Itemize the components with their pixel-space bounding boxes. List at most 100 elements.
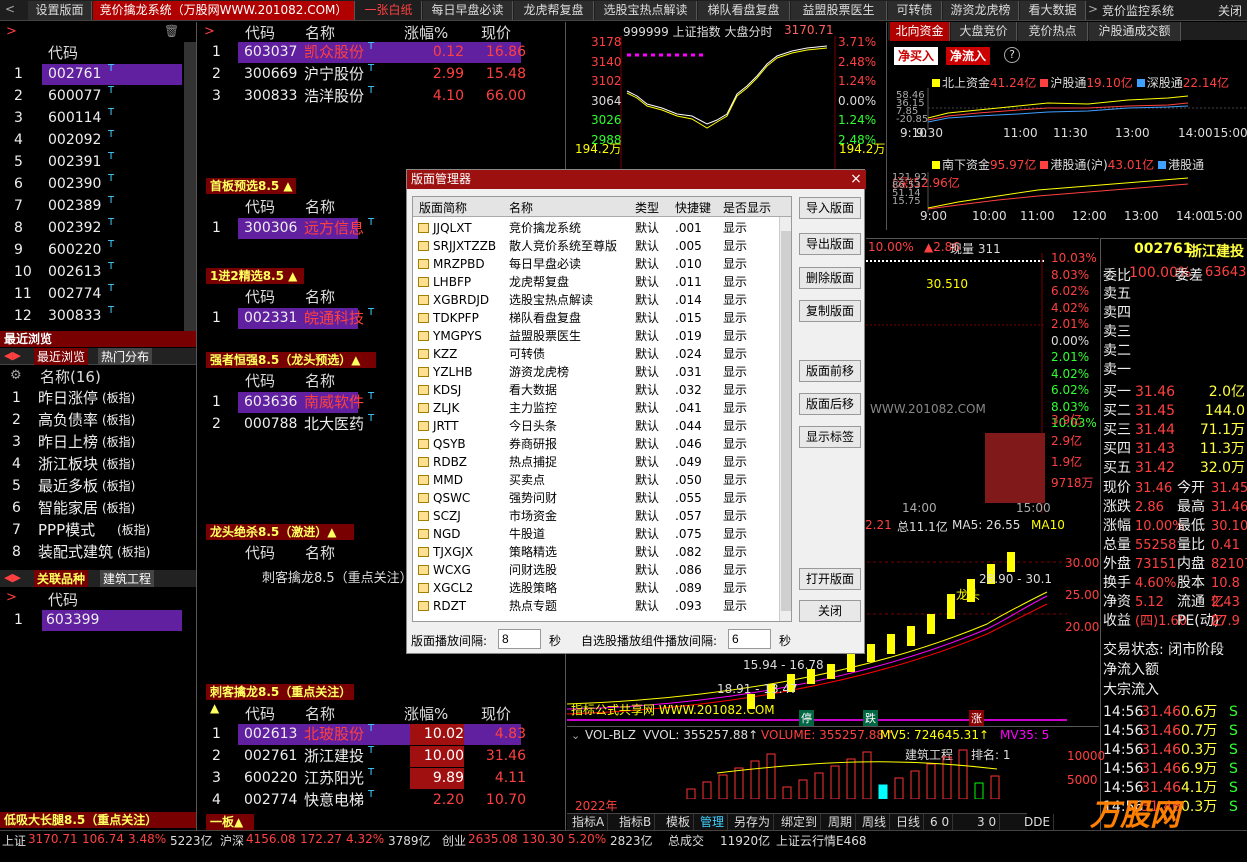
th-short[interactable]: 版面简称 — [419, 199, 467, 216]
table-row[interactable]: SRJJXTZZB 散人竞价系统至尊版 默认 .005 显示 — [413, 237, 778, 255]
stock-row[interactable]: 4 002774 快意电梯 T 2.20 10.70 — [212, 789, 552, 811]
code-row[interactable]: 2 600077 T — [14, 85, 184, 107]
tool-tab[interactable]: 日线 — [893, 814, 925, 830]
stock-name[interactable]: 江苏阳光 — [304, 768, 364, 789]
trash-icon[interactable]: 🗑 — [164, 24, 179, 38]
delete-button[interactable]: 删除版面 — [799, 267, 861, 289]
table-row[interactable]: JRTT 今日头条 默认 .044 显示 — [413, 417, 778, 435]
sector-name[interactable]: 昨日涨停 — [38, 388, 98, 409]
widget-interval-input[interactable] — [728, 629, 771, 649]
table-row[interactable]: YMGPYS 益盟股票医生 默认 .019 显示 — [413, 327, 778, 345]
sector-row[interactable]: 2 高负债率 (板指) — [12, 410, 192, 431]
stock-name[interactable]: 凯众股份 — [304, 42, 364, 63]
tab-blank-paper[interactable]: 一张白纸 — [356, 1, 422, 20]
close-link[interactable]: 关闭 — [1218, 2, 1242, 19]
show-tags-button[interactable]: 显示标签 — [799, 426, 861, 448]
code-row[interactable]: 5 002391 T — [14, 151, 184, 173]
sector-name[interactable]: 智能家居 — [38, 498, 98, 519]
table-row[interactable]: YZLHB 游资龙虎榜 默认 .031 显示 — [413, 363, 778, 381]
tab-auction-hot[interactable]: 竞价热点 — [1018, 22, 1088, 41]
tab-related[interactable]: 关联品种 — [34, 570, 89, 587]
tab-morning-read[interactable]: 每日早盘必读 — [423, 1, 513, 20]
stock-name[interactable]: 沪宁股份 — [304, 64, 364, 85]
tab-kezhuanzhai[interactable]: 可转债 — [888, 1, 942, 20]
sector-row[interactable]: 3 昨日上榜 (板指) — [12, 432, 192, 453]
stock-name[interactable]: 南威软件 — [304, 392, 364, 413]
code-row[interactable]: 8 002392 T — [14, 217, 184, 239]
import-button[interactable]: 导入版面 — [799, 197, 861, 219]
tool-tab[interactable]: 周期 — [825, 814, 857, 830]
net-buy-button[interactable]: 净买入 — [894, 47, 939, 65]
close-icon[interactable]: × — [848, 171, 864, 187]
tab-yimeng[interactable]: 益盟股票医生 — [791, 1, 887, 20]
sector-row[interactable]: 6 智能家居 (板指) — [12, 498, 192, 519]
stock-row[interactable]: 2 300669 沪宁股份 T 2.99 15.48 — [212, 63, 552, 85]
move-up-button[interactable]: 版面前移 — [799, 360, 861, 382]
table-row[interactable]: KZZ 可转债 默认 .024 显示 — [413, 345, 778, 363]
open-layout-button[interactable]: 打开版面 — [799, 568, 861, 590]
stock-name[interactable]: 北玻股份 — [304, 724, 364, 745]
stock-row[interactable]: 1 603037 凯众股份 T 0.12 16.86 — [212, 41, 552, 63]
table-row[interactable]: MRZPBD 每日早盘必读 默认 .010 显示 — [413, 255, 778, 273]
stock-name[interactable]: 浙江建投 — [304, 746, 364, 767]
tab-market-auction[interactable]: 大盘竞价 — [951, 22, 1017, 41]
table-row[interactable]: TJXGJX 策略精选 默认 .082 显示 — [413, 543, 778, 561]
stock-row[interactable]: 3 300833 浩洋股份 T 4.10 66.00 — [212, 85, 552, 107]
stock-name[interactable]: 浩洋股份 — [304, 86, 364, 107]
tool-tab[interactable]: 周线 — [859, 814, 891, 830]
table-row[interactable]: RDBZ 热点捕捉 默认 .049 显示 — [413, 453, 778, 471]
tab-jingjia-qinlong[interactable]: 竞价擒龙系统（万股网WWW.201082.COM） — [93, 1, 355, 20]
code-row[interactable]: 4 002092 T — [14, 129, 184, 151]
stock-name[interactable]: 皖通科技 — [304, 308, 364, 329]
tab-big-data[interactable]: 看大数据 — [1020, 1, 1086, 20]
sector-name[interactable]: PPP模式 — [38, 520, 95, 541]
close-button[interactable]: 关闭 — [799, 600, 861, 622]
stock-row[interactable]: 1 002613 北玻股份 T 10.02 4.83 — [212, 723, 552, 745]
code-row[interactable]: 12 300833 T — [14, 305, 184, 327]
sector-row[interactable]: 5 最近多板 (板指) — [12, 476, 192, 497]
chevron-right-icon[interactable]: > — [1088, 2, 1098, 16]
table-row[interactable]: KDSJ 看大数据 默认 .032 显示 — [413, 381, 778, 399]
sector-name[interactable]: 最近多板 — [38, 476, 98, 497]
collapse-icon[interactable]: ⌄ — [571, 729, 580, 742]
table-row[interactable]: QSYB 券商研报 默认 .046 显示 — [413, 435, 778, 453]
sector-row[interactable]: 4 浙江板块 (板指) — [12, 454, 192, 475]
sector-name[interactable]: 装配式建筑 — [38, 542, 113, 563]
table-row[interactable]: TDKPFP 梯队看盘复盘 默认 .015 显示 — [413, 309, 778, 327]
th-type[interactable]: 类型 — [635, 199, 659, 216]
tool-tab[interactable]: 模板 — [663, 814, 695, 830]
code-row[interactable]: 11 002774 T — [14, 283, 184, 305]
tool-tab[interactable]: 绑定到 — [778, 814, 822, 830]
code-row[interactable]: 6 002390 T — [14, 173, 184, 195]
code-row[interactable]: 10 002613 T — [14, 261, 184, 283]
tab-hgt-volume[interactable]: 沪股通成交额 — [1089, 22, 1181, 41]
tab-tidui[interactable]: 梯队看盘复盘 — [698, 1, 790, 20]
sector-row[interactable]: 7 PPP模式 (板指) — [12, 520, 192, 541]
tool-tab[interactable]: DDE决策 — [1021, 814, 1055, 845]
stock-row[interactable]: 2 002761 浙江建投 T 10.00 31.46 — [212, 745, 552, 767]
tool-tab[interactable]: 3 0 — [974, 814, 1001, 830]
stock-name[interactable]: 快意电梯 — [304, 790, 364, 811]
code-row[interactable]: 1 002761 T — [14, 63, 184, 85]
scroll-thumb[interactable] — [781, 231, 791, 611]
tool-tab[interactable]: 指标A — [569, 814, 609, 830]
sector-name[interactable]: 昨日上榜 — [38, 432, 98, 453]
tool-tab[interactable]: 指标B — [616, 814, 656, 830]
tab-youzi[interactable]: 游资龙虎榜 — [943, 1, 1019, 20]
chevron-right-icon[interactable]: > — [204, 24, 215, 39]
table-row[interactable]: LHBFP 龙虎帮复盘 默认 .011 显示 — [413, 273, 778, 291]
code-row[interactable]: 3 600114 T — [14, 107, 184, 129]
tab-hot[interactable]: 热门分布 — [98, 348, 153, 365]
tab-xuangubao[interactable]: 选股宝热点解读 — [595, 1, 697, 20]
chevron-right-icon[interactable]: > — [6, 590, 17, 605]
stock-row[interactable]: 3 600220 江苏阳光 T 9.89 4.11 — [212, 767, 552, 789]
scrollbar[interactable] — [184, 42, 196, 334]
arrow-left-icon[interactable]: ◀▶ — [4, 571, 21, 584]
code-row[interactable]: 7 002389 T — [14, 195, 184, 217]
table-row[interactable]: XGBRDJD 选股宝热点解读 默认 .014 显示 — [413, 291, 778, 309]
table-row[interactable]: RDZT 热点专题 默认 .093 显示 — [413, 597, 778, 615]
help-icon[interactable]: ? — [1004, 47, 1020, 63]
tool-tab[interactable]: 6 0 — [927, 814, 954, 830]
tool-tab[interactable]: 管理 — [697, 814, 729, 830]
sector-row[interactable]: 1 昨日涨停 (板指) — [12, 388, 192, 409]
